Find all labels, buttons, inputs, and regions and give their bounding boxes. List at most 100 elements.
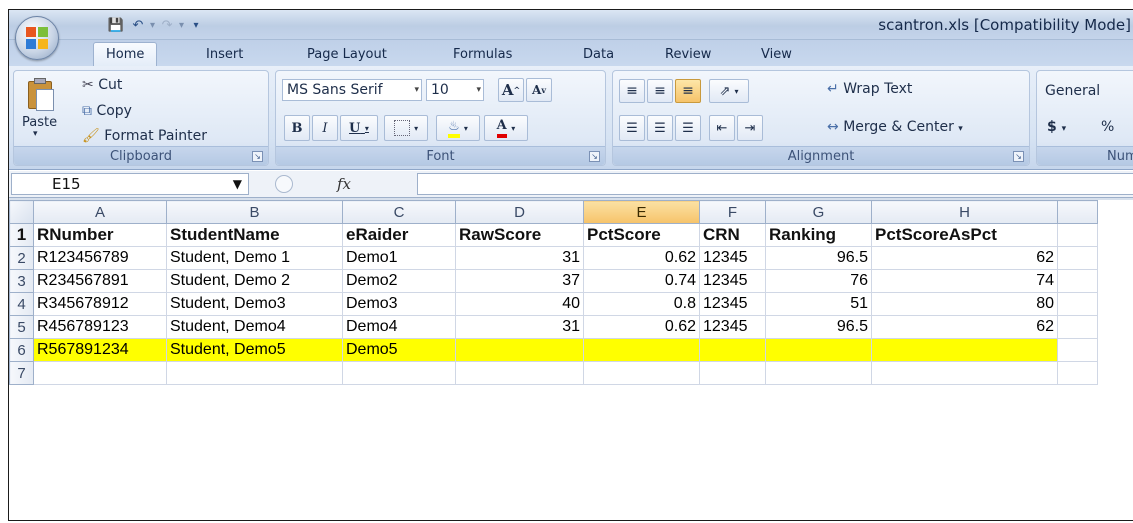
cell[interactable]: [342, 361, 456, 385]
font-color-button[interactable]: A ▾: [484, 115, 528, 141]
copy-button[interactable]: ⧉ Copy: [82, 103, 132, 119]
align-middle-button[interactable]: ≡: [647, 79, 673, 103]
cell[interactable]: 0.62: [583, 246, 700, 270]
cell[interactable]: Demo2: [342, 269, 456, 293]
tab-home[interactable]: Home: [93, 42, 158, 67]
cell[interactable]: 51: [765, 292, 872, 316]
cell[interactable]: 40: [455, 292, 584, 316]
cell[interactable]: 0.8: [583, 292, 700, 316]
cell[interactable]: [455, 361, 584, 385]
center-button[interactable]: ☰: [647, 115, 673, 141]
align-right-button[interactable]: ☰: [675, 115, 701, 141]
cell[interactable]: 12345: [699, 292, 766, 316]
tab-data[interactable]: Data: [583, 44, 614, 66]
cell[interactable]: 0.74: [583, 269, 700, 293]
cell[interactable]: [699, 361, 766, 385]
alignment-launcher-icon[interactable]: ↘: [1013, 151, 1024, 162]
tab-insert[interactable]: Insert: [206, 44, 243, 66]
align-bottom-button[interactable]: ≡: [675, 79, 701, 103]
clipboard-launcher-icon[interactable]: ↘: [252, 151, 263, 162]
number-format-combo[interactable]: General: [1045, 83, 1100, 99]
column-header-g[interactable]: G: [765, 200, 872, 224]
cell[interactable]: R234567891: [33, 269, 167, 293]
align-left-button[interactable]: ☰: [619, 115, 645, 141]
cell[interactable]: R456789123: [33, 315, 167, 339]
cell[interactable]: [455, 338, 584, 362]
cell[interactable]: PctScoreAsPct: [871, 223, 1058, 247]
cell[interactable]: R123456789: [33, 246, 167, 270]
orientation-button[interactable]: ⇗ ▾: [709, 79, 749, 103]
cell[interactable]: 62: [871, 315, 1058, 339]
cell[interactable]: 12345: [699, 246, 766, 270]
paste-dropdown-icon[interactable]: ▾: [33, 129, 38, 139]
cell[interactable]: Ranking: [765, 223, 872, 247]
cell[interactable]: [871, 338, 1058, 362]
column-header-h[interactable]: H: [871, 200, 1058, 224]
customize-toolbar-icon[interactable]: ▾: [186, 15, 206, 35]
row-header[interactable]: 1: [9, 223, 34, 247]
cell[interactable]: Student, Demo3: [166, 292, 343, 316]
cell[interactable]: 96.5: [765, 246, 872, 270]
row-header[interactable]: 2: [9, 246, 34, 270]
wrap-text-button[interactable]: ↵ Wrap Text: [827, 81, 912, 97]
cell[interactable]: Demo4: [342, 315, 456, 339]
cell[interactable]: [1057, 246, 1098, 270]
cell[interactable]: StudentName: [166, 223, 343, 247]
format-painter-button[interactable]: 🖌 Format Painter: [82, 128, 207, 144]
name-box-dropdown-icon[interactable]: ▼: [233, 174, 242, 194]
cell[interactable]: [166, 361, 343, 385]
row-header[interactable]: 5: [9, 315, 34, 339]
cell[interactable]: Student, Demo 2: [166, 269, 343, 293]
cell[interactable]: 62: [871, 246, 1058, 270]
cell[interactable]: [583, 361, 700, 385]
cell[interactable]: 31: [455, 315, 584, 339]
column-header-e[interactable]: E: [583, 200, 700, 224]
cell[interactable]: Student, Demo 1: [166, 246, 343, 270]
cell[interactable]: R567891234: [33, 338, 167, 362]
save-icon[interactable]: 💾: [106, 15, 126, 35]
borders-button[interactable]: ▾: [384, 115, 428, 141]
name-box[interactable]: E15 ▼: [11, 173, 249, 195]
cell[interactable]: [699, 338, 766, 362]
currency-button[interactable]: $ ▾: [1047, 119, 1066, 135]
paste-icon[interactable]: [26, 77, 56, 111]
cell[interactable]: [583, 338, 700, 362]
bold-button[interactable]: B: [284, 115, 310, 141]
cell[interactable]: 12345: [699, 315, 766, 339]
cell[interactable]: [1057, 223, 1098, 247]
expand-formula-icon[interactable]: [275, 175, 293, 193]
cell[interactable]: 96.5: [765, 315, 872, 339]
cell[interactable]: [33, 361, 167, 385]
align-top-button[interactable]: ≡: [619, 79, 645, 103]
insert-function-icon[interactable]: fx: [337, 175, 351, 193]
cell[interactable]: 0.62: [583, 315, 700, 339]
cut-button[interactable]: ✂ Cut: [82, 77, 122, 93]
tab-view[interactable]: View: [761, 44, 792, 66]
column-header-a[interactable]: A: [33, 200, 167, 224]
redo-dropdown-icon[interactable]: ▾: [179, 20, 184, 31]
paste-label[interactable]: Paste: [22, 115, 57, 130]
row-header[interactable]: 4: [9, 292, 34, 316]
column-header-f[interactable]: F: [699, 200, 766, 224]
cell[interactable]: [871, 361, 1058, 385]
formula-input[interactable]: [417, 173, 1133, 195]
grow-font-button[interactable]: A ^: [498, 78, 524, 102]
tab-page-layout[interactable]: Page Layout: [307, 44, 387, 66]
cell[interactable]: R345678912: [33, 292, 167, 316]
cell[interactable]: [1057, 338, 1098, 362]
tab-review[interactable]: Review: [665, 44, 711, 66]
cell[interactable]: 80: [871, 292, 1058, 316]
column-header-b[interactable]: B: [166, 200, 343, 224]
percent-button[interactable]: %: [1101, 119, 1114, 135]
cell[interactable]: Student, Demo4: [166, 315, 343, 339]
fill-color-button[interactable]: ♨ ▾: [436, 115, 480, 141]
cell[interactable]: [1057, 315, 1098, 339]
cell[interactable]: [765, 338, 872, 362]
cell[interactable]: 74: [871, 269, 1058, 293]
row-header[interactable]: 7: [9, 361, 34, 385]
cell[interactable]: Demo3: [342, 292, 456, 316]
cell[interactable]: [1057, 361, 1098, 385]
cell[interactable]: PctScore: [583, 223, 700, 247]
increase-indent-button[interactable]: ⇥: [737, 115, 763, 141]
font-name-dropdown-icon[interactable]: ▾: [414, 80, 419, 100]
